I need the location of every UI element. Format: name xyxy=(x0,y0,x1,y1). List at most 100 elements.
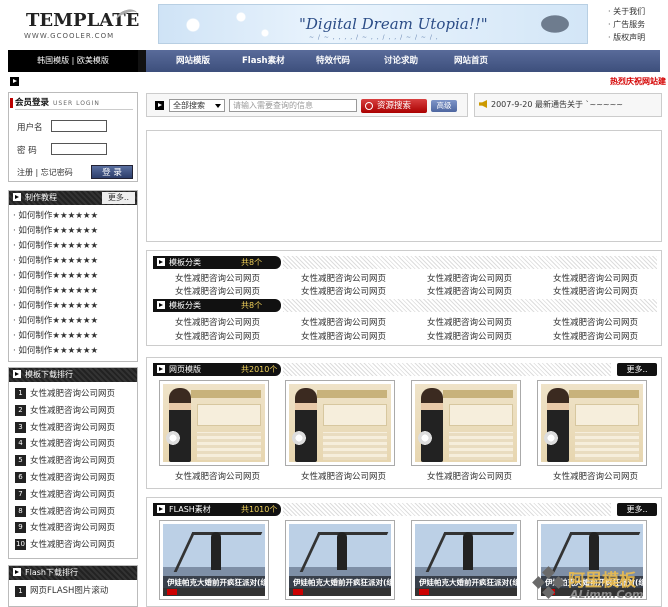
hot-marquee[interactable]: 热烈庆祝网站建 xyxy=(610,76,666,87)
banner-title: "Digital Dream Utopia!!" xyxy=(299,15,488,33)
login-button[interactable]: 登 录 xyxy=(91,165,133,179)
tutorials-list: · 如何制作★★★★★★ · 如何制作★★★★★★ · 如何制作★★★★★★ ·… xyxy=(9,205,137,359)
register-forgot-links[interactable]: 注册 | 忘记密码 xyxy=(17,167,73,178)
header-banner[interactable]: "Digital Dream Utopia!!" ~ / ~ , , , , /… xyxy=(158,4,588,44)
list-item[interactable]: 1 网页FLASH图片滚动 xyxy=(15,584,137,598)
template-rank-box: 模板下载排行 1 女性减肥咨询公司网页 2 女性减肥咨询公司网页 3 女性减肥咨询公司… xyxy=(8,367,138,559)
section-count: 共2010个 xyxy=(241,365,278,374)
template-caption[interactable]: 女性减肥咨询公司网页 xyxy=(427,470,512,482)
web-templates-more-button[interactable]: 更多.. xyxy=(617,363,657,376)
list-item[interactable]: 1 女性减肥咨询公司网页 xyxy=(15,386,137,403)
template-caption[interactable]: 女性减肥咨询公司网页 xyxy=(301,470,386,482)
web-template-section: 网页模版 共2010个 更多.. 女性减肥咨询公司网页 女性减肥咨询公司网页 女性… xyxy=(146,357,662,489)
login-title-en: USER LOGIN xyxy=(53,100,100,107)
top-link-ads[interactable]: · 广告服务 xyxy=(608,18,668,31)
nav-item-effects[interactable]: 特效代码 xyxy=(316,50,350,72)
flash-more-button[interactable]: 更多.. xyxy=(617,503,657,516)
password-input[interactable] xyxy=(51,143,107,155)
flash-rank-header: Flash下载排行 xyxy=(9,566,137,580)
category-link[interactable]: 女性减肥咨询公司网页 xyxy=(427,285,512,297)
flash-thumbnail[interactable]: 伊娃帕克大婚前开疯狂派对(组 xyxy=(285,520,395,600)
player-controls[interactable] xyxy=(415,588,517,596)
template-thumbnail[interactable] xyxy=(285,380,395,466)
list-item[interactable]: · 如何制作★★★★★★ xyxy=(13,239,137,254)
list-item[interactable]: · 如何制作★★★★★★ xyxy=(13,254,137,269)
list-item[interactable]: · 如何制作★★★★★★ xyxy=(13,269,137,284)
speaker-icon xyxy=(479,100,487,108)
tutorials-more-link[interactable]: 更多.. xyxy=(101,192,135,204)
nav-item-home[interactable]: 网站首页 xyxy=(454,50,488,72)
category-link[interactable]: 女性减肥咨询公司网页 xyxy=(553,272,638,284)
notice-bar[interactable]: 2007-9-20 最新通告关于 `~~~~~ xyxy=(474,93,662,117)
search-scope-select[interactable]: 全部搜索 xyxy=(169,99,225,112)
category-link[interactable]: 女性减肥咨询公司网页 xyxy=(175,285,260,297)
category-count: 共8个 xyxy=(241,258,263,267)
list-item[interactable]: · 如何制作★★★★★★ xyxy=(13,224,137,239)
list-item[interactable]: 7 女性减肥咨询公司网页 xyxy=(15,487,137,504)
advanced-search-button[interactable]: 高级 xyxy=(431,100,457,112)
category-link[interactable]: 女性减肥咨询公司网页 xyxy=(427,272,512,284)
list-item[interactable]: 4 女性减肥咨询公司网页 xyxy=(15,436,137,453)
watermark: 阿里模板 ALimm.Com xyxy=(530,562,668,606)
list-item[interactable]: 2 女性减肥咨询公司网页 xyxy=(15,403,137,420)
list-item[interactable]: · 如何制作★★★★★★ xyxy=(13,344,137,359)
arrow-icon xyxy=(13,568,21,576)
list-item[interactable]: 3 女性减肥咨询公司网页 xyxy=(15,420,137,437)
divider xyxy=(283,299,657,312)
template-caption[interactable]: 女性减肥咨询公司网页 xyxy=(553,470,638,482)
category-link[interactable]: 女性减肥咨询公司网页 xyxy=(175,272,260,284)
template-thumbnail[interactable] xyxy=(159,380,269,466)
search-bar: 全部搜索 请输入需要查询的信息 资源搜索 高级 xyxy=(146,93,468,117)
list-item[interactable]: 5 女性减肥咨询公司网页 xyxy=(15,453,137,470)
rank-number: 5 xyxy=(15,455,26,467)
category-link[interactable]: 女性减肥咨询公司网页 xyxy=(553,285,638,297)
arrow-icon xyxy=(155,101,164,110)
category-link[interactable]: 女性减肥咨询公司网页 xyxy=(175,316,260,328)
list-item[interactable]: 9 女性减肥咨询公司网页 xyxy=(15,520,137,537)
nav-item-web-templates[interactable]: 网站模版 xyxy=(176,50,210,72)
list-item[interactable]: 6 女性减肥咨询公司网页 xyxy=(15,470,137,487)
nav-item-flash[interactable]: Flash素材 xyxy=(242,50,285,72)
pigeon-icon xyxy=(539,9,579,39)
category-link[interactable]: 女性减肥咨询公司网页 xyxy=(427,316,512,328)
top-link-copyright[interactable]: · 版权声明 xyxy=(608,31,668,44)
ad-area xyxy=(146,130,662,242)
player-controls[interactable] xyxy=(289,588,391,596)
category-link[interactable]: 女性减肥咨询公司网页 xyxy=(175,330,260,342)
list-item[interactable]: · 如何制作★★★★★★ xyxy=(13,329,137,344)
section-count: 共1010个 xyxy=(241,505,278,514)
nav-menu: 网站模版 Flash素材 特效代码 讨论求助 网站首页 xyxy=(138,50,660,72)
search-button[interactable]: 资源搜索 xyxy=(361,99,427,113)
rank-number: 1 xyxy=(15,586,26,597)
category-link[interactable]: 女性减肥咨询公司网页 xyxy=(553,330,638,342)
category-link[interactable]: 女性减肥咨询公司网页 xyxy=(301,272,386,284)
template-caption[interactable]: 女性减肥咨询公司网页 xyxy=(175,470,260,482)
list-item[interactable]: 8 女性减肥咨询公司网页 xyxy=(15,504,137,521)
username-input[interactable] xyxy=(51,120,107,132)
rank-header: 模板下载排行 xyxy=(9,368,137,382)
category-link[interactable]: 女性减肥咨询公司网页 xyxy=(427,330,512,342)
divider xyxy=(283,256,657,269)
list-item[interactable]: · 如何制作★★★★★★ xyxy=(13,209,137,224)
category-header: 模板分类 共8个 xyxy=(153,299,281,312)
arrow-icon xyxy=(157,505,165,513)
nav-item-forum[interactable]: 讨论求助 xyxy=(384,50,418,72)
top-link-about[interactable]: · 关于我们 xyxy=(608,5,668,18)
flash-thumbnail[interactable]: 伊娃帕克大婚前开疯狂派对(组 xyxy=(411,520,521,600)
list-item[interactable]: 10 女性减肥咨询公司网页 xyxy=(15,537,137,554)
category-link[interactable]: 女性减肥咨询公司网页 xyxy=(301,330,386,342)
list-item[interactable]: · 如何制作★★★★★★ xyxy=(13,284,137,299)
list-item[interactable]: · 如何制作★★★★★★ xyxy=(13,314,137,329)
site-logo[interactable]: TEMPLATE WWW.GCOOLER.COM xyxy=(20,6,140,44)
category-link[interactable]: 女性减肥咨询公司网页 xyxy=(301,285,386,297)
rank-number: 4 xyxy=(15,438,26,450)
flash-thumbnail[interactable]: 伊娃帕克大婚前开疯狂派对(组 xyxy=(159,520,269,600)
category-link[interactable]: 女性减肥咨询公司网页 xyxy=(301,316,386,328)
player-controls[interactable] xyxy=(163,588,265,596)
list-item[interactable]: · 如何制作★★★★★★ xyxy=(13,299,137,314)
nav-template-types[interactable]: 韩国模版 | 欧美模版 xyxy=(8,50,138,72)
search-input[interactable]: 请输入需要查询的信息 xyxy=(229,99,357,112)
category-link[interactable]: 女性减肥咨询公司网页 xyxy=(553,316,638,328)
template-thumbnail[interactable] xyxy=(537,380,647,466)
template-thumbnail[interactable] xyxy=(411,380,521,466)
